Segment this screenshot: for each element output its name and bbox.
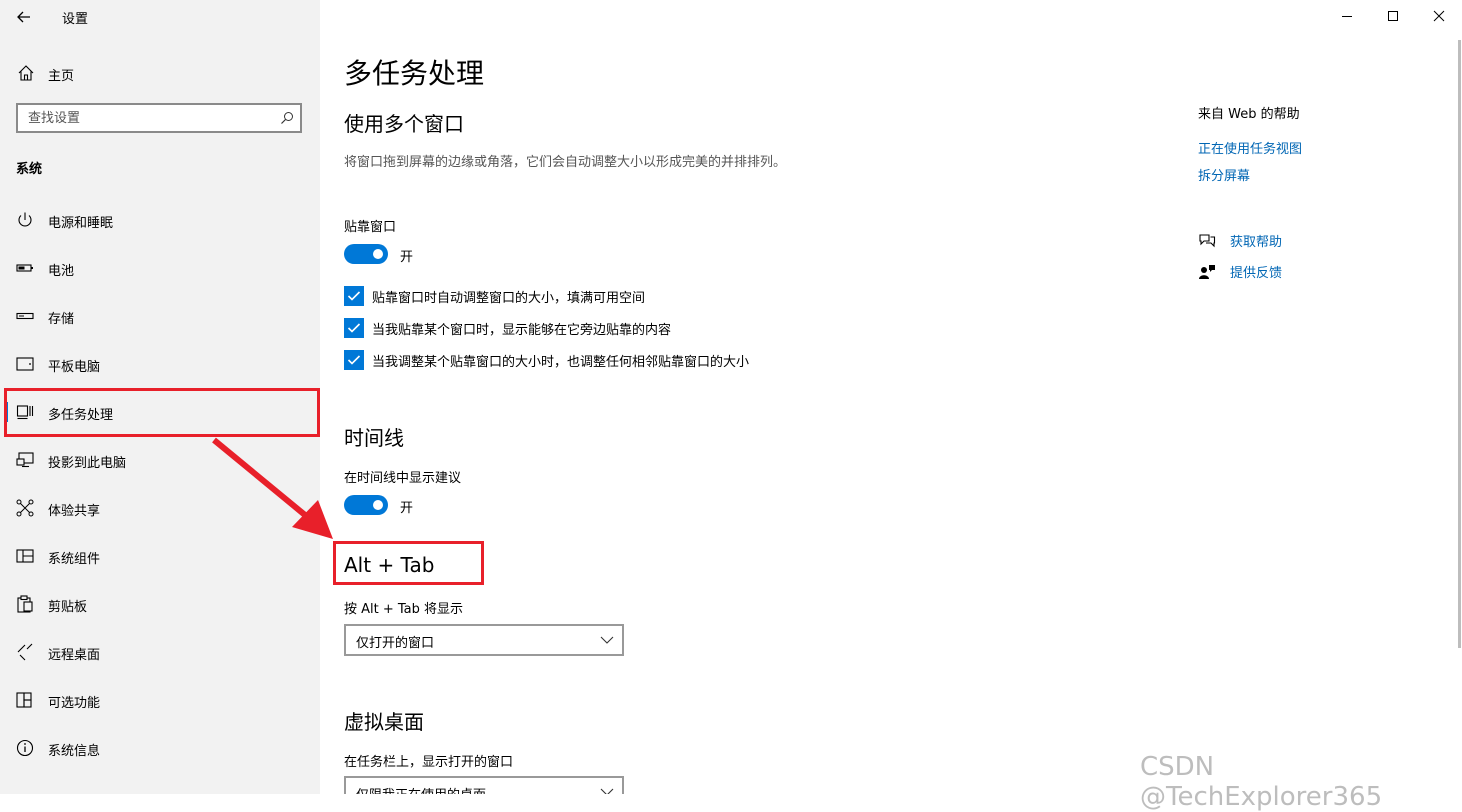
section-heading-windows: 使用多个窗口 <box>344 112 464 136</box>
sidebar-item-label: 系统组件 <box>48 552 101 567</box>
sidebar-item-project[interactable]: 投影到此电脑 <box>0 440 320 480</box>
section-heading-virtual-desktops: 虚拟桌面 <box>344 710 424 734</box>
section-heading-system: 系统 <box>16 162 43 177</box>
app-title: 设置 <box>62 12 89 27</box>
close-button[interactable] <box>1416 4 1462 28</box>
sidebar-item-label: 电源和睡眠 <box>48 216 114 231</box>
virtual-desktop-label: 在任务栏上，显示打开的窗口 <box>344 755 514 770</box>
maximize-button[interactable] <box>1370 4 1416 28</box>
checkmark-icon <box>347 323 361 333</box>
search-box[interactable] <box>16 103 302 133</box>
components-icon <box>16 549 34 563</box>
annotation-highlight-box <box>4 388 320 437</box>
alt-tab-dropdown[interactable]: 仅打开的窗口 <box>344 624 624 656</box>
minimize-icon <box>1342 16 1352 17</box>
web-help-heading: 来自 Web 的帮助 <box>1198 107 1300 122</box>
checkmark-icon <box>347 291 361 301</box>
snap-toggle-state: 开 <box>400 250 414 265</box>
info-icon <box>16 739 34 757</box>
clipboard-icon <box>17 595 33 613</box>
sidebar-item-battery[interactable]: 电池 <box>0 248 320 288</box>
feedback-link[interactable]: 提供反馈 <box>1198 261 1338 283</box>
checkbox-snap-assist[interactable] <box>344 318 364 338</box>
checkbox-label: 当我贴靠某个窗口时，显示能够在它旁边贴靠的内容 <box>372 323 672 338</box>
sidebar-item-optional-features[interactable]: 可选功能 <box>0 680 320 720</box>
optional-features-icon <box>16 692 32 708</box>
remote-desktop-icon <box>17 643 33 661</box>
chevron-down-icon <box>600 788 614 794</box>
feedback-icon <box>1199 265 1215 279</box>
sidebar-item-label: 可选功能 <box>48 696 101 711</box>
home-icon <box>18 65 34 81</box>
checkmark-icon <box>347 355 361 365</box>
battery-icon <box>16 264 33 272</box>
sidebar-item-label: 远程桌面 <box>48 648 101 663</box>
snap-windows-toggle[interactable] <box>344 244 388 264</box>
storage-icon <box>16 312 34 320</box>
sidebar-item-clipboard[interactable]: 剪贴板 <box>0 584 320 624</box>
chevron-down-icon <box>600 636 614 644</box>
sidebar-item-tablet[interactable]: 平板电脑 <box>0 344 320 384</box>
timeline-toggle-state: 开 <box>400 501 414 516</box>
checkbox-label: 当我调整某个贴靠窗口的大小时，也调整任何相邻贴靠窗口的大小 <box>372 355 750 370</box>
project-icon <box>16 452 34 468</box>
page-title: 多任务处理 <box>344 57 485 90</box>
sidebar-item-power-sleep[interactable]: 电源和睡眠 <box>0 200 320 240</box>
get-help-label: 获取帮助 <box>1230 235 1283 250</box>
sidebar-item-label: 系统信息 <box>48 744 101 759</box>
checkbox-resize-adjacent[interactable] <box>344 350 364 370</box>
snap-windows-label: 贴靠窗口 <box>344 220 397 235</box>
sidebar-item-label: 投影到此电脑 <box>48 456 127 471</box>
sidebar-item-home[interactable]: 主页 <box>0 58 320 88</box>
sidebar-item-system-components[interactable]: 系统组件 <box>0 536 320 576</box>
search-icon[interactable] <box>280 111 294 125</box>
sidebar-item-remote-desktop[interactable]: 远程桌面 <box>0 632 320 672</box>
scrollbar[interactable] <box>1458 40 1461 648</box>
checkbox-label: 贴靠窗口时自动调整窗口的大小，填满可用空间 <box>372 291 646 306</box>
help-link-task-view[interactable]: 正在使用任务视图 <box>1198 138 1302 157</box>
sidebar-item-label: 存储 <box>48 312 75 327</box>
section-heading-timeline: 时间线 <box>344 426 404 450</box>
help-link-split-screen[interactable]: 拆分屏幕 <box>1198 165 1250 184</box>
alt-tab-label: 按 Alt + Tab 将显示 <box>344 602 464 617</box>
tablet-icon <box>16 357 34 371</box>
virtual-desktop-dropdown[interactable]: 仅限我正在使用的桌面 <box>344 776 624 794</box>
sidebar-item-label: 剪贴板 <box>48 600 88 615</box>
watermark: CSDN @TechExplorer365 <box>1140 752 1383 812</box>
get-help-link[interactable]: 获取帮助 <box>1198 230 1338 252</box>
close-icon <box>1433 10 1445 22</box>
home-label: 主页 <box>48 69 75 84</box>
sidebar-item-about[interactable]: 系统信息 <box>0 728 320 768</box>
windows-description: 将窗口拖到屏幕的边缘或角落，它们会自动调整大小以形成完美的并排排列。 <box>344 155 787 170</box>
sidebar-item-label: 平板电脑 <box>48 360 101 375</box>
toggle-knob <box>373 249 383 259</box>
sidebar-item-label: 电池 <box>48 264 75 279</box>
chat-help-icon <box>1199 234 1216 248</box>
search-input[interactable] <box>18 105 278 131</box>
back-arrow-icon <box>17 11 30 23</box>
minimize-button[interactable] <box>1324 4 1370 28</box>
checkbox-snap-fill[interactable] <box>344 286 364 306</box>
sidebar-item-shared-experiences[interactable]: 体验共享 <box>0 488 320 528</box>
sidebar-item-storage[interactable]: 存储 <box>0 296 320 336</box>
dropdown-value: 仅打开的窗口 <box>356 636 435 651</box>
feedback-label: 提供反馈 <box>1230 266 1283 281</box>
sidebar-item-label: 体验共享 <box>48 504 101 519</box>
timeline-suggestions-label: 在时间线中显示建议 <box>344 471 462 486</box>
power-icon <box>18 212 32 227</box>
share-icon <box>16 499 34 517</box>
annotation-highlight-box <box>333 541 484 585</box>
toggle-knob <box>373 500 383 510</box>
maximize-icon <box>1388 11 1398 21</box>
dropdown-value: 仅限我正在使用的桌面 <box>356 784 486 794</box>
back-button[interactable] <box>10 6 38 28</box>
timeline-toggle[interactable] <box>344 495 388 515</box>
